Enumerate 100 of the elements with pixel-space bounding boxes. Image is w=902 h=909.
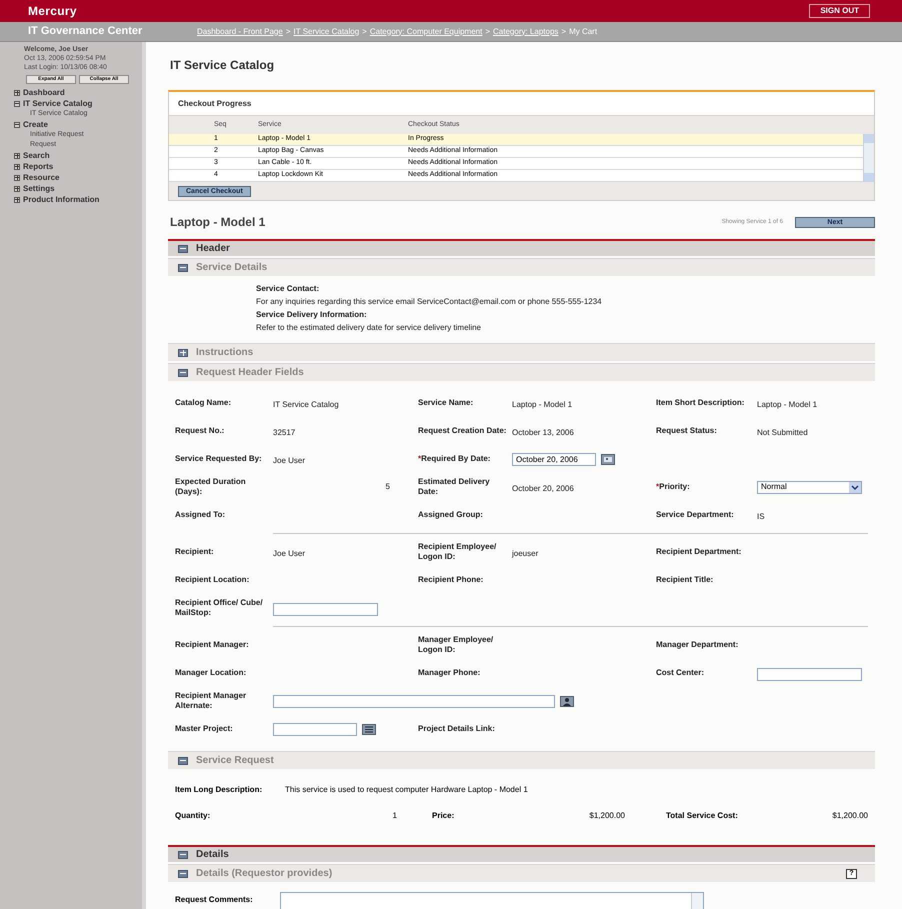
text-field[interactable] (273, 694, 555, 708)
logo: Mercury (28, 3, 77, 20)
expand-icon[interactable] (14, 174, 20, 180)
field-label: *Required By Date: (418, 454, 492, 464)
info-heading: Service Contact: (256, 283, 320, 295)
field-label: Recipient Department: (656, 547, 742, 557)
info-text: Refer to the estimated delivery date for service delivery timeline (256, 322, 482, 334)
field-value: October 13, 2006 (512, 428, 574, 437)
scrollbar[interactable] (863, 134, 874, 182)
priority-dropdown[interactable]: Normal (757, 480, 862, 494)
collapse-icon[interactable] (14, 100, 20, 106)
collapse-icon[interactable] (14, 122, 20, 128)
nav-item[interactable]: Search (23, 150, 50, 162)
breadcrumb-separator: > (286, 26, 290, 38)
text-field[interactable] (757, 668, 862, 681)
collapse-icon[interactable] (178, 244, 188, 252)
nav-item[interactable]: Reports (23, 160, 54, 172)
nav-item[interactable]: Create (23, 118, 48, 130)
field-value: IT Service Catalog (273, 400, 339, 409)
field-label: Request Comments: (175, 894, 253, 906)
calendar-icon[interactable] (601, 454, 615, 464)
field-label: Recipient: (175, 547, 215, 557)
breadcrumb-separator: > (485, 26, 490, 38)
required-marker: * (418, 454, 422, 463)
field-value: October 20, 2006 (512, 484, 574, 493)
breadcrumb-separator: > (561, 26, 566, 38)
field-label: Service Department: (656, 510, 735, 520)
field-label: Price: (432, 811, 456, 821)
field-label: Project Details Link: (418, 724, 496, 734)
expand-icon[interactable] (178, 348, 188, 356)
field-label: Request Status: (656, 426, 718, 436)
info-text: For any inquiries regarding this service email ServiceContact@email.com or phone 555-555-1234 (256, 296, 603, 308)
field-value: 5 (386, 481, 390, 493)
field-label: Request Creation Date: (418, 426, 508, 436)
section-header[interactable]: Details (168, 845, 875, 862)
field-value: joeuser (512, 549, 538, 558)
field-value: 32517 (273, 428, 296, 437)
field-label: Quantity: (175, 811, 212, 821)
field-value: $1,200.00 (589, 810, 625, 822)
expand-icon[interactable] (14, 152, 20, 158)
field-label: Recipient Office/ Cube/ MailStop: (175, 598, 264, 618)
panel-title: Checkout Progress (178, 98, 252, 110)
nav-item[interactable]: Product Information (23, 194, 100, 206)
field-label: Recipient Employee/ Logon ID: (418, 542, 498, 562)
field-label: Manager Employee/ Logon ID: (418, 635, 494, 655)
nav-item[interactable]: Dashboard (23, 86, 65, 98)
field-label: Manager Phone: (418, 668, 482, 678)
nav-item[interactable]: Resource (23, 172, 60, 184)
info-heading: Service Delivery Information: (256, 309, 368, 321)
field-label: Manager Department: (656, 640, 740, 650)
collapse-icon[interactable] (178, 264, 188, 272)
field-label: Total Service Cost: (666, 811, 739, 821)
field-label: Recipient Title: (656, 575, 714, 585)
person-search-icon[interactable] (560, 696, 574, 706)
field-label: Estimated Delivery Date: (418, 477, 491, 497)
collapse-icon[interactable] (178, 870, 188, 878)
page-title: IT Service Catalog (169, 57, 276, 74)
field-label: Assigned Group: (418, 510, 484, 520)
date-field[interactable]: October 20, 2006 (512, 452, 596, 466)
expand-icon[interactable] (14, 186, 20, 192)
field-label: Service Requested By: (175, 454, 263, 464)
expand-icon[interactable] (14, 196, 20, 202)
text-field[interactable] (273, 722, 357, 736)
collapse-icon[interactable] (178, 850, 188, 858)
breadcrumb-current: My Cart (569, 26, 598, 38)
field-value: This service is used to request computer Hardware Laptop - Model 1 (285, 784, 529, 796)
text-field[interactable] (273, 603, 378, 616)
sign-out-button[interactable]: SIGN OUT (809, 4, 870, 18)
field-value: Laptop - Model 1 (757, 400, 818, 409)
field-value: Not Submitted (757, 428, 808, 437)
field-label: Catalog Name: (175, 398, 232, 408)
section-header[interactable]: Header (168, 239, 875, 256)
field-value: $1,200.00 (832, 810, 868, 822)
field-label: Recipient Phone: (418, 575, 484, 585)
field-label: *Priority: (656, 482, 691, 492)
field-label: Cost Center: (656, 668, 706, 678)
required-marker: * (656, 482, 660, 491)
field-label: Request No.: (175, 426, 226, 436)
collapse-icon[interactable] (178, 756, 188, 764)
nav-item[interactable]: Settings (23, 182, 55, 194)
field-label: Service Name: (418, 398, 474, 408)
list-icon[interactable] (362, 724, 376, 734)
field-label: Master Project: (175, 724, 234, 734)
breadcrumb-separator: > (362, 26, 367, 38)
field-value: 1 (392, 810, 397, 822)
chevron-down-icon (849, 482, 861, 492)
expand-icon[interactable] (14, 164, 20, 170)
field-label: Manager Location: (175, 668, 248, 678)
nav-item[interactable]: IT Service Catalog (23, 98, 92, 110)
field-value: Joe User (273, 456, 306, 465)
field-value: Laptop - Model 1 (512, 400, 572, 409)
field-label: Recipient Manager Alternate: (175, 691, 248, 711)
collapse-icon[interactable] (178, 368, 188, 376)
field-label: Assigned To: (175, 510, 226, 520)
field-label: Expected Duration (Days): (175, 477, 247, 497)
expand-icon[interactable] (14, 90, 20, 96)
field-label: Recipient Location: (175, 575, 250, 585)
service-title: Laptop - Model 1 (170, 214, 266, 231)
field-label: Item Long Description: (175, 785, 264, 795)
app-title: IT Governance Center (27, 24, 144, 40)
